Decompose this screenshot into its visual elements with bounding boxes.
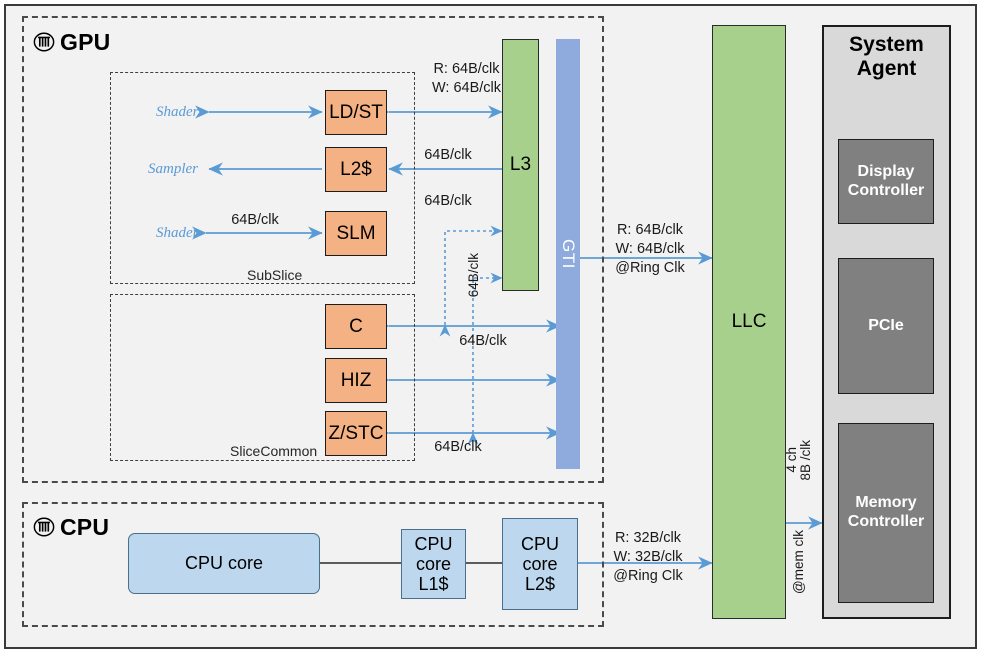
system-agent-title: System Agent	[849, 33, 924, 80]
block-memory-controller[interactable]: Memory Controller	[838, 423, 934, 603]
sampler-label: Sampler	[148, 161, 198, 177]
label-mem-channels: 4 ch	[784, 447, 799, 473]
block-llc[interactable]: LLC	[712, 25, 786, 619]
slicecommon-label: SliceCommon	[230, 443, 318, 459]
label-mem-clk: @mem clk	[791, 530, 806, 594]
label-slm-shader-bandwidth: 64B/clk	[231, 212, 279, 228]
block-pcie[interactable]: PCIe	[838, 258, 934, 394]
label-zstc-gti-bandwidth: 64B/clk	[434, 439, 482, 455]
label-mem-width: 8B /clk	[798, 440, 813, 481]
gti-label: GTI	[559, 239, 578, 269]
label-c-dotted-bandwidth: 64B/clk	[424, 193, 472, 209]
block-display-controller[interactable]: Display Controller	[838, 139, 934, 224]
label-ldst-l3-bandwidth: R: 64B/clk W: 64B/clk	[431, 61, 502, 97]
block-c[interactable]: C	[325, 304, 387, 349]
block-ldst[interactable]: LD/ST	[325, 90, 387, 135]
label-cpu-llc-bandwidth: R: 32B/clk W: 32B/clk @Ring Clk	[613, 530, 683, 585]
block-cpu-core[interactable]: CPU core	[128, 533, 320, 594]
block-slm[interactable]: SLM	[325, 211, 387, 256]
label-gti-llc-bandwidth: R: 64B/clk W: 64B/clk @Ring Clk	[615, 222, 685, 277]
gpu-title: GPU	[60, 29, 111, 55]
label-l2-l3-bandwidth: 64B/clk	[424, 147, 472, 163]
shader-bottom-label: Shader	[156, 225, 199, 241]
block-l2-cache[interactable]: L2$	[325, 147, 387, 192]
chip-icon	[33, 517, 55, 537]
label-zstc-dotted-bandwidth: 64B/clk	[466, 253, 481, 298]
block-zstc[interactable]: Z/STC	[325, 411, 387, 456]
block-hiz[interactable]: HIZ	[325, 358, 387, 403]
cpu-title: CPU	[60, 514, 110, 540]
block-cpu-l2[interactable]: CPU core L2$	[502, 518, 578, 610]
shader-top-label: Shader	[156, 104, 199, 120]
chip-icon	[33, 32, 55, 52]
diagram-canvas: GPU SubSlice SliceCommon Shader Sampler …	[0, 0, 981, 653]
label-c-gti-bandwidth: 64B/clk	[459, 333, 507, 349]
subslice-label: SubSlice	[247, 267, 303, 283]
block-gti[interactable]: GTI	[556, 39, 580, 469]
block-cpu-l1[interactable]: CPU core L1$	[401, 529, 466, 599]
